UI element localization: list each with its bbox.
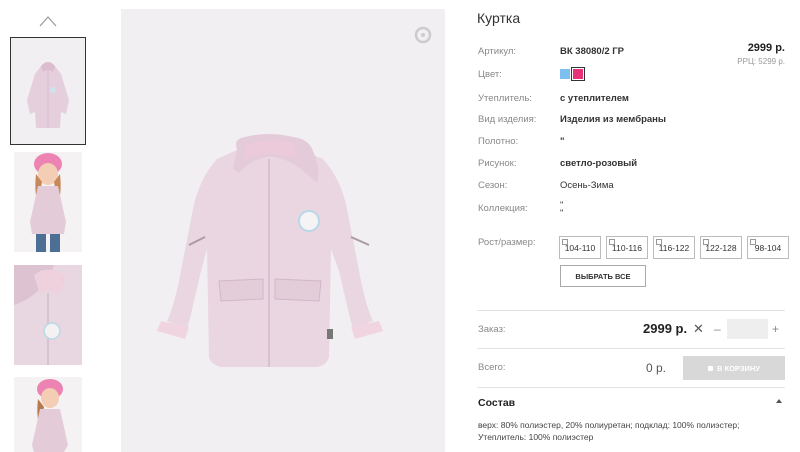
size-option-label: 116-122: [658, 242, 690, 253]
size-label: Рост/размер:: [478, 237, 536, 248]
checkbox-icon[interactable]: [656, 239, 662, 245]
divider: [477, 348, 785, 349]
composition-title: Состав: [478, 397, 516, 409]
chevron-up-icon[interactable]: [38, 14, 58, 28]
add-to-cart-label: В КОРЗИНУ: [717, 363, 760, 373]
product-price: 2999 р.: [747, 42, 785, 54]
increase-qty-button[interactable]: +: [772, 322, 779, 336]
pattern-label: Рисунок:: [478, 158, 517, 169]
fabric-value: ": [560, 136, 565, 147]
thumbnail-3[interactable]: [14, 265, 82, 365]
size-option-label: 98-104: [754, 242, 782, 253]
pattern-value: светло-розовый: [560, 158, 638, 169]
collection-value-2: ": [560, 208, 564, 219]
select-all-button[interactable]: ВЫБРАТЬ ВСЕ: [560, 265, 646, 287]
checkbox-icon[interactable]: [750, 239, 756, 245]
size-option-label: 104-110: [564, 242, 596, 253]
composition-text: верх: 80% полиэстер, 20% полиуретан; под…: [478, 420, 740, 442]
fabric-label: Полотно:: [478, 136, 519, 147]
add-to-cart-button[interactable]: В КОРЗИНУ: [683, 356, 785, 380]
rrp-price: РРЦ: 5299 р.: [737, 57, 785, 66]
size-option[interactable]: 110-116: [606, 236, 648, 259]
color-label: Цвет:: [478, 69, 502, 80]
divider: [477, 387, 785, 388]
type-label: Вид изделия:: [478, 114, 537, 125]
divider: [477, 310, 785, 311]
type-value: Изделия из мембраны: [560, 114, 667, 125]
total-value: 0 р.: [646, 361, 667, 375]
size-option[interactable]: 98-104: [747, 236, 789, 259]
insulation-label: Утеплитель:: [478, 93, 532, 104]
size-options: 104-110 110-116 116-122 122-128 98-104: [559, 236, 789, 259]
thumbnail-4[interactable]: [14, 377, 82, 452]
checkbox-icon[interactable]: [609, 239, 615, 245]
collection-label: Коллекция:: [478, 203, 528, 214]
article-value: ВК 38080/2 ГР: [560, 46, 624, 57]
collapse-caret-icon[interactable]: [776, 399, 782, 403]
product-title: Куртка: [477, 10, 521, 26]
cart-icon: [708, 365, 713, 371]
total-label: Всего:: [478, 362, 506, 373]
thumbnail-2[interactable]: [14, 152, 82, 252]
checkbox-icon[interactable]: [703, 239, 709, 245]
main-product-image[interactable]: [121, 9, 445, 452]
brand-logo: [414, 26, 432, 44]
insulation-value: с утеплителем: [560, 93, 629, 104]
size-option-label: 122-128: [705, 242, 737, 253]
color-swatch-blue[interactable]: [560, 69, 570, 79]
checkbox-icon[interactable]: [562, 239, 568, 245]
size-option-label: 110-116: [612, 242, 642, 253]
size-option[interactable]: 116-122: [653, 236, 695, 259]
size-option[interactable]: 104-110: [559, 236, 601, 259]
size-option[interactable]: 122-128: [700, 236, 742, 259]
quantity-input[interactable]: [727, 319, 768, 339]
season-label: Сезон:: [478, 180, 508, 191]
order-price: 2999 р.: [643, 321, 688, 336]
season-value: Осень-Зима: [560, 180, 614, 191]
color-swatch-pink[interactable]: [571, 67, 585, 81]
thumbnail-1[interactable]: [10, 37, 86, 145]
decrease-qty-button[interactable]: –: [714, 322, 721, 336]
multiply-icon: ✕: [693, 321, 704, 336]
article-label: Артикул:: [478, 46, 517, 57]
order-label: Заказ:: [478, 324, 506, 335]
